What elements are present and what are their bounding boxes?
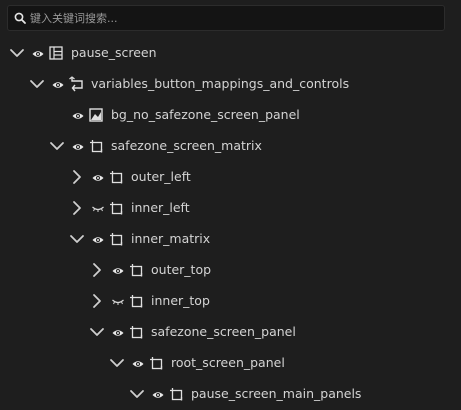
chevron-right-icon[interactable] [70, 170, 84, 184]
tree-row[interactable]: inner_left [0, 193, 461, 224]
eye-open-icon[interactable] [92, 172, 104, 184]
frame-icon [129, 325, 143, 339]
eye-open-icon[interactable] [92, 234, 104, 246]
tree-item-label: variables_button_mappings_and_controls [91, 76, 350, 91]
eye-open-icon[interactable] [112, 265, 124, 277]
frame-icon [149, 356, 163, 370]
tree-row[interactable]: pause_screen [0, 38, 461, 69]
tree-item-label: safezone_screen_panel [151, 324, 296, 339]
search-box[interactable] [7, 5, 445, 31]
chevron-right-icon[interactable] [90, 294, 104, 308]
eye-closed-icon[interactable] [112, 296, 124, 308]
tree-row[interactable]: variables_button_mappings_and_controls [0, 69, 461, 100]
tree-row[interactable]: inner_top [0, 286, 461, 317]
tree-row[interactable]: outer_top [0, 255, 461, 286]
chevron-right-icon[interactable] [90, 263, 104, 277]
image-icon [89, 108, 103, 122]
tree-item-label: outer_top [151, 262, 212, 277]
tree-row[interactable]: root_screen_panel [0, 348, 461, 379]
eye-open-icon[interactable] [52, 79, 64, 91]
chevron-right-icon[interactable] [70, 201, 84, 215]
eye-open-icon[interactable] [72, 141, 84, 153]
tree-row[interactable]: inner_matrix [0, 224, 461, 255]
eye-closed-icon[interactable] [92, 203, 104, 215]
frame-icon [129, 294, 143, 308]
tree-row[interactable]: safezone_screen_panel [0, 317, 461, 348]
tree-item-label: inner_matrix [131, 231, 211, 246]
frame-icon [109, 232, 123, 246]
chevron-down-icon[interactable] [10, 46, 24, 60]
eye-open-icon[interactable] [72, 110, 84, 122]
eye-open-icon[interactable] [132, 358, 144, 370]
tree-item-label: bg_no_safezone_screen_panel [111, 107, 300, 122]
frame-icon [89, 139, 103, 153]
chevron-down-icon[interactable] [130, 387, 144, 401]
tree-item-label: outer_left [131, 169, 191, 184]
chevron-down-icon[interactable] [50, 139, 64, 153]
tree-row[interactable]: outer_left [0, 162, 461, 193]
chevron-down-icon[interactable] [70, 232, 84, 246]
search-input[interactable] [30, 6, 430, 30]
tree-item-label: inner_left [131, 200, 190, 215]
eye-open-icon[interactable] [32, 48, 44, 60]
eye-open-icon[interactable] [152, 389, 164, 401]
chevron-down-icon[interactable] [30, 77, 44, 91]
tree-item-label: root_screen_panel [171, 355, 285, 370]
frame-icon [109, 170, 123, 184]
tree-row[interactable]: bg_no_safezone_screen_panel [0, 100, 461, 131]
tree-item-label: pause_screen [71, 45, 157, 60]
eye-open-icon[interactable] [112, 327, 124, 339]
chevron-down-icon[interactable] [110, 356, 124, 370]
tree-row[interactable]: safezone_screen_matrix [0, 131, 461, 162]
tree-item-label: inner_top [151, 293, 210, 308]
frame-icon [129, 263, 143, 277]
tree-row[interactable]: pause_screen_main_panels [0, 379, 461, 410]
tree-item-label: safezone_screen_matrix [111, 138, 262, 153]
loop-arrow-icon [69, 76, 83, 92]
panel-grid-icon [49, 46, 63, 60]
tree-item-label: pause_screen_main_panels [191, 386, 362, 401]
frame-icon [169, 387, 183, 401]
frame-icon [109, 201, 123, 215]
search-icon [14, 12, 26, 24]
chevron-down-icon[interactable] [90, 325, 104, 339]
